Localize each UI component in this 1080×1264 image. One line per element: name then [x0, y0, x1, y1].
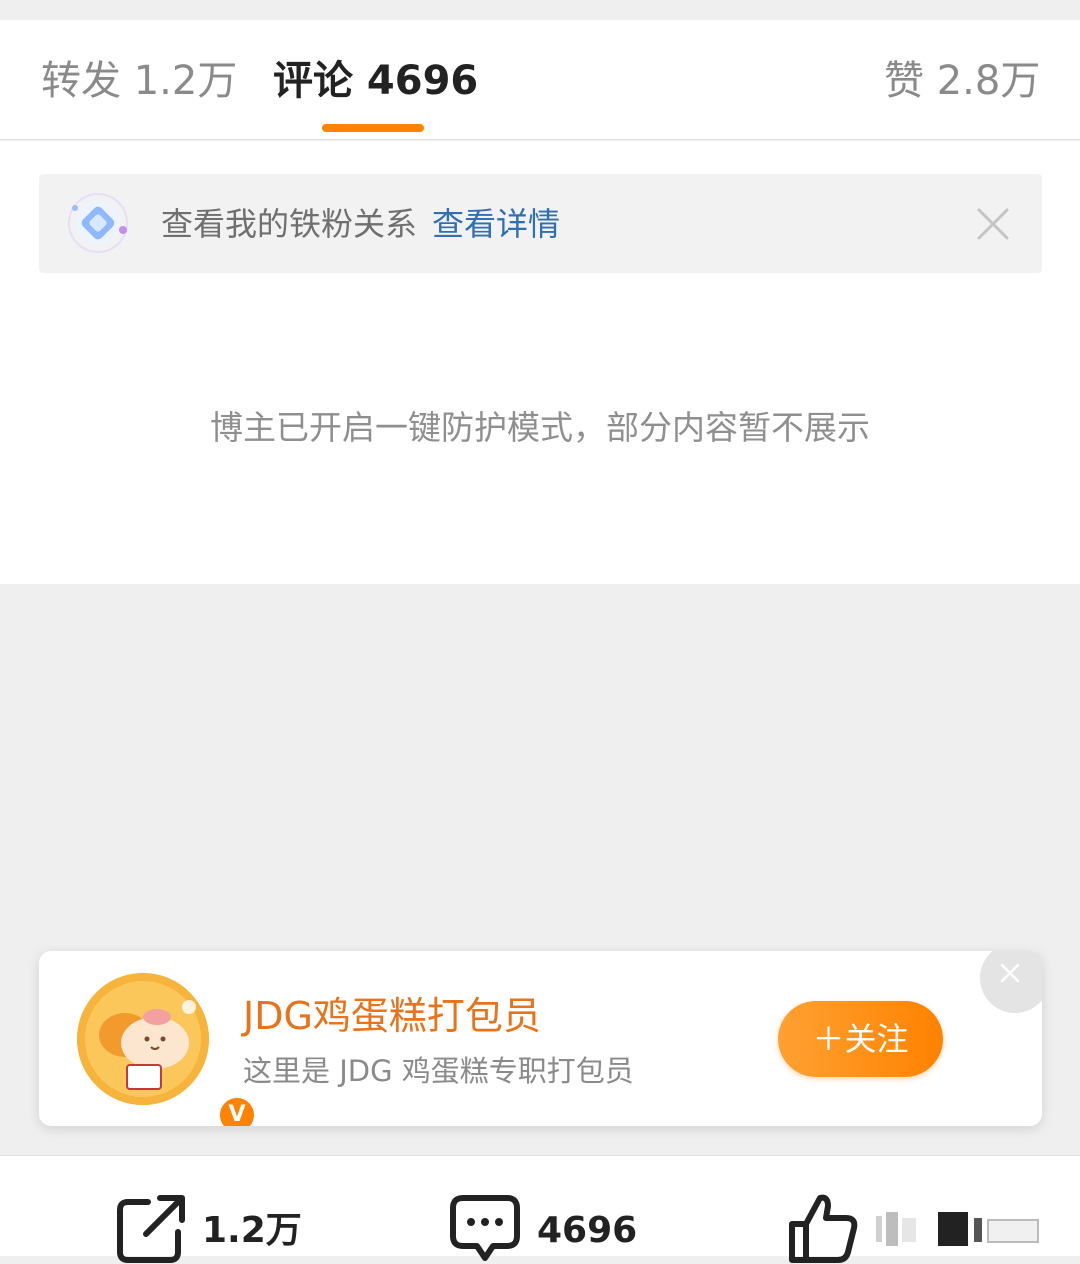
- comment-action[interactable]: 4696: [449, 1192, 649, 1264]
- comment-icon: [450, 1195, 520, 1261]
- top-strip: [0, 0, 1080, 20]
- follow-button[interactable]: ＋关注: [778, 1001, 943, 1077]
- iron-fan-icon: [68, 193, 128, 253]
- avatar-cartoon-icon: [77, 973, 209, 1105]
- repost-icon: [117, 1195, 185, 1263]
- tab-bar: 转发 1.2万 评论 4696 赞 2.8万: [0, 20, 1080, 140]
- bottom-action-bar: 1.2万 4696: [0, 1155, 1080, 1263]
- comment-panel: 查看我的铁粉关系 查看详情 博主已开启一键防护模式，部分内容暂不展示: [0, 141, 1080, 584]
- card-username[interactable]: JDG鸡蛋糕打包员: [243, 991, 541, 1041]
- repost-action[interactable]: 1.2万: [114, 1192, 314, 1264]
- tab-comment[interactable]: 评论 4696: [273, 56, 478, 106]
- thumbs-up-icon: [789, 1194, 858, 1263]
- tab-like[interactable]: 赞 2.8万: [884, 56, 1040, 106]
- card-description: 这里是 JDG 鸡蛋糕专职打包员: [243, 1054, 634, 1088]
- avatar[interactable]: V: [77, 973, 257, 1126]
- tab-repost[interactable]: 转发 1.2万: [41, 56, 237, 106]
- like-action[interactable]: [786, 1192, 1076, 1264]
- comment-count: 4696: [537, 1210, 638, 1251]
- iron-fan-banner[interactable]: 查看我的铁粉关系 查看详情: [39, 174, 1042, 273]
- tab-indicator: [322, 124, 424, 132]
- view-details-link[interactable]: 查看详情: [432, 202, 560, 246]
- protection-notice: 博主已开启一键防护模式，部分内容暂不展示: [210, 408, 870, 447]
- banner-text: 查看我的铁粉关系: [161, 205, 418, 243]
- obscured-count-mark: [876, 1212, 1039, 1246]
- close-icon[interactable]: [973, 204, 1013, 244]
- repost-count: 1.2万: [202, 1210, 302, 1251]
- close-icon: [1000, 963, 1020, 983]
- card-close-button[interactable]: [980, 951, 1042, 1013]
- verified-badge: V: [217, 1095, 257, 1126]
- follow-card: V JDG鸡蛋糕打包员 这里是 JDG 鸡蛋糕专职打包员 ＋关注: [39, 951, 1042, 1126]
